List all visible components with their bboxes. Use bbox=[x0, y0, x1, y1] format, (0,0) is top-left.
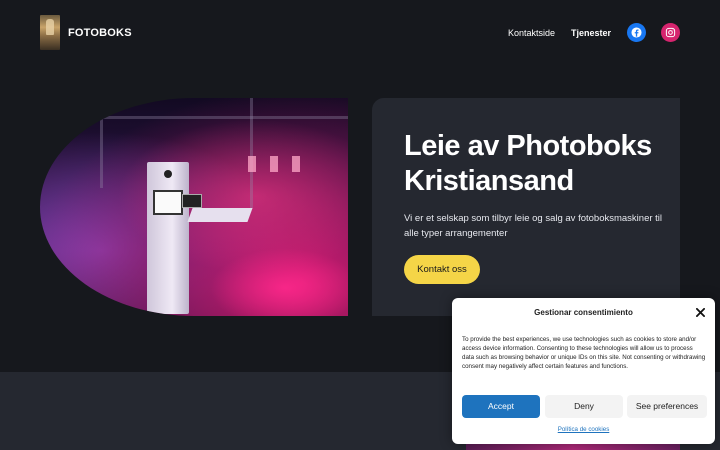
instagram-icon[interactable] bbox=[661, 23, 680, 42]
site-logo-link[interactable]: FOTOBOKS bbox=[40, 15, 132, 50]
main-nav: Kontaktside Tjenester bbox=[508, 23, 680, 42]
hero-card: Leie av Photoboks Kristiansand Vi er et … bbox=[372, 98, 680, 316]
hero-description: Vi er et selskap som tilbyr leie og salg… bbox=[404, 213, 663, 239]
photobooth-machine bbox=[147, 162, 189, 314]
facebook-icon[interactable] bbox=[627, 23, 646, 42]
consent-title: Gestionar consentimiento bbox=[534, 308, 633, 317]
consent-text: To provide the best experiences, we use … bbox=[462, 336, 706, 370]
nav-item-tjenester[interactable]: Tjenester bbox=[571, 24, 611, 42]
hero-title: Leie av Photoboks Kristiansand bbox=[404, 129, 674, 199]
close-icon[interactable] bbox=[694, 306, 706, 318]
hero-photobooth-image bbox=[40, 98, 348, 316]
site-header: FOTOBOKS Kontaktside Tjenester bbox=[0, 0, 720, 66]
cookie-consent-dialog: Gestionar consentimiento To provide the … bbox=[452, 298, 715, 444]
cookie-policy-link[interactable]: Política de cookies bbox=[452, 426, 715, 433]
see-preferences-button[interactable]: See preferences bbox=[627, 395, 707, 418]
deny-button[interactable]: Deny bbox=[545, 395, 623, 418]
hero-title-line2: Kristiansand bbox=[404, 165, 574, 197]
hero-title-line1: Leie av Photoboks bbox=[404, 130, 652, 162]
contact-button[interactable]: Kontakt oss bbox=[404, 255, 480, 284]
nav-item-kontaktside[interactable]: Kontaktside bbox=[508, 24, 555, 42]
site-logo[interactable] bbox=[40, 15, 60, 50]
site-title[interactable]: FOTOBOKS bbox=[68, 27, 132, 39]
accept-button[interactable]: Accept bbox=[462, 395, 540, 418]
